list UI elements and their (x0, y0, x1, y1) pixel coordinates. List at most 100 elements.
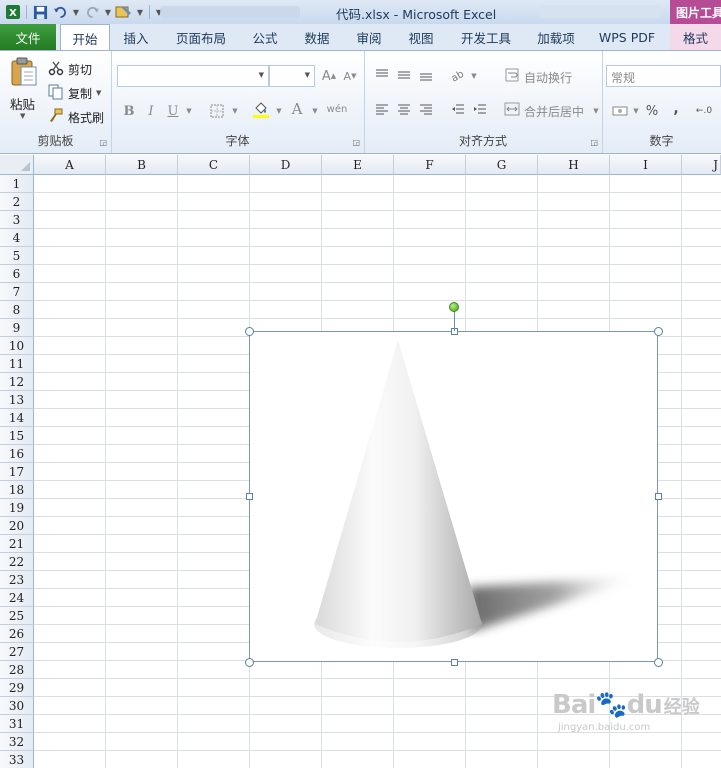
row-header[interactable]: 32 (0, 733, 34, 751)
row-header[interactable]: 10 (0, 337, 34, 355)
align-middle-icon[interactable] (394, 65, 414, 85)
row-header[interactable]: 14 (0, 409, 34, 427)
redo-icon[interactable] (83, 3, 101, 21)
row-header[interactable]: 11 (0, 355, 34, 373)
tab-insert[interactable]: 插入 (112, 24, 160, 50)
tab-developer[interactable]: 开发工具 (450, 24, 522, 50)
row-header[interactable]: 33 (0, 751, 34, 768)
borders-icon[interactable] (207, 101, 227, 121)
clipboard-launcher-icon[interactable]: ◲ (99, 138, 107, 147)
font-launcher-icon[interactable]: ◲ (352, 138, 360, 147)
row-header[interactable]: 26 (0, 625, 34, 643)
row-header[interactable]: 17 (0, 463, 34, 481)
underline-dropdown-icon[interactable]: ▼ (179, 101, 199, 121)
row-header[interactable]: 5 (0, 247, 34, 265)
percent-button[interactable]: % (642, 101, 662, 121)
tab-review[interactable]: 审阅 (346, 24, 392, 50)
row-header[interactable]: 19 (0, 499, 34, 517)
excel-logo-icon[interactable]: X (4, 3, 22, 21)
row-header[interactable]: 28 (0, 661, 34, 679)
tab-formulas[interactable]: 公式 (242, 24, 288, 50)
paste-dropdown-icon[interactable]: ▼ (20, 112, 25, 120)
cut-button[interactable]: 剪切 (48, 59, 92, 79)
bold-icon[interactable]: B (119, 101, 139, 121)
column-header-i[interactable]: I (610, 155, 682, 175)
grow-font-icon[interactable]: A ▲ (319, 66, 339, 86)
align-left-icon[interactable] (372, 99, 392, 119)
column-header-e[interactable]: E (322, 155, 394, 175)
resize-handle-bottom-left[interactable] (245, 658, 254, 667)
row-header[interactable]: 16 (0, 445, 34, 463)
tools-icon[interactable] (115, 3, 133, 21)
row-header[interactable]: 20 (0, 517, 34, 535)
format-painter-button[interactable]: 格式刷 (48, 107, 104, 127)
column-header-c[interactable]: C (178, 155, 250, 175)
align-center-icon[interactable] (394, 99, 414, 119)
tab-format[interactable]: 格式 (670, 24, 721, 50)
wrap-text-button[interactable]: 自动换行 (524, 69, 572, 86)
wrap-text-icon[interactable] (502, 65, 522, 85)
row-header[interactable]: 21 (0, 535, 34, 553)
row-header[interactable]: 4 (0, 229, 34, 247)
column-header-f[interactable]: F (394, 155, 466, 175)
resize-handle-right[interactable] (655, 493, 662, 500)
row-header[interactable]: 18 (0, 481, 34, 499)
orientation-dropdown-icon[interactable]: ▼ (464, 66, 484, 86)
merge-center-button[interactable]: 合并后居中 (524, 103, 584, 120)
row-header[interactable]: 3 (0, 211, 34, 229)
row-header[interactable]: 27 (0, 643, 34, 661)
comma-button[interactable]: , (666, 99, 686, 119)
select-all-button[interactable] (0, 155, 34, 175)
row-header[interactable]: 22 (0, 553, 34, 571)
row-header[interactable]: 30 (0, 697, 34, 715)
row-header[interactable]: 25 (0, 607, 34, 625)
tools-dropdown-icon[interactable]: ▼ (135, 3, 145, 21)
rotation-handle[interactable] (449, 302, 459, 312)
resize-handle-left[interactable] (246, 493, 253, 500)
alignment-launcher-icon[interactable]: ◲ (590, 138, 598, 147)
font-size-combobox[interactable]: ▼ (269, 65, 315, 87)
italic-icon[interactable]: I (141, 101, 161, 121)
redo-dropdown-icon[interactable]: ▼ (103, 3, 113, 21)
borders-dropdown-icon[interactable]: ▼ (225, 101, 245, 121)
increase-indent-icon[interactable] (470, 99, 490, 119)
row-header[interactable]: 29 (0, 679, 34, 697)
tab-view[interactable]: 视图 (398, 24, 444, 50)
merge-center-icon[interactable] (502, 99, 522, 119)
column-header-a[interactable]: A (34, 155, 106, 175)
row-header[interactable]: 13 (0, 391, 34, 409)
inserted-picture[interactable] (249, 331, 658, 662)
row-header[interactable]: 23 (0, 571, 34, 589)
decrease-indent-icon[interactable] (448, 99, 468, 119)
tab-wps-pdf[interactable]: WPS PDF (592, 24, 662, 50)
paste-icon[interactable] (10, 57, 38, 87)
tab-home[interactable]: 开始 (60, 24, 110, 51)
row-header[interactable]: 24 (0, 589, 34, 607)
column-header-h[interactable]: H (538, 155, 610, 175)
tab-data[interactable]: 数据 (294, 24, 340, 50)
row-header[interactable]: 6 (0, 265, 34, 283)
fill-color-icon[interactable] (251, 99, 271, 119)
fill-color-dropdown-icon[interactable]: ▼ (269, 101, 289, 121)
tab-add-ins[interactable]: 加载项 (528, 24, 584, 50)
column-header-g[interactable]: G (466, 155, 538, 175)
row-header[interactable]: 2 (0, 193, 34, 211)
align-bottom-icon[interactable] (416, 65, 436, 85)
shrink-font-icon[interactable]: A ▼ (340, 66, 360, 86)
column-header-b[interactable]: B (106, 155, 178, 175)
resize-handle-bottom-right[interactable] (654, 658, 663, 667)
resize-handle-top-left[interactable] (245, 327, 254, 336)
paste-button[interactable]: 粘贴 (10, 94, 35, 113)
undo-dropdown-icon[interactable]: ▼ (71, 3, 81, 21)
resize-handle-top-right[interactable] (654, 327, 663, 336)
row-header[interactable]: 31 (0, 715, 34, 733)
font-color-dropdown-icon[interactable]: ▼ (305, 101, 325, 121)
font-color-icon[interactable]: A (287, 99, 307, 119)
tab-file[interactable]: 文件 (0, 24, 56, 50)
tab-page-layout[interactable]: 页面布局 (164, 24, 238, 50)
increase-decimal-icon[interactable]: ←.0 (694, 101, 714, 121)
copy-button[interactable]: 复制 ▼ (48, 83, 101, 103)
row-header[interactable]: 7 (0, 283, 34, 301)
save-icon[interactable] (31, 3, 49, 21)
column-header-d[interactable]: D (250, 155, 322, 175)
